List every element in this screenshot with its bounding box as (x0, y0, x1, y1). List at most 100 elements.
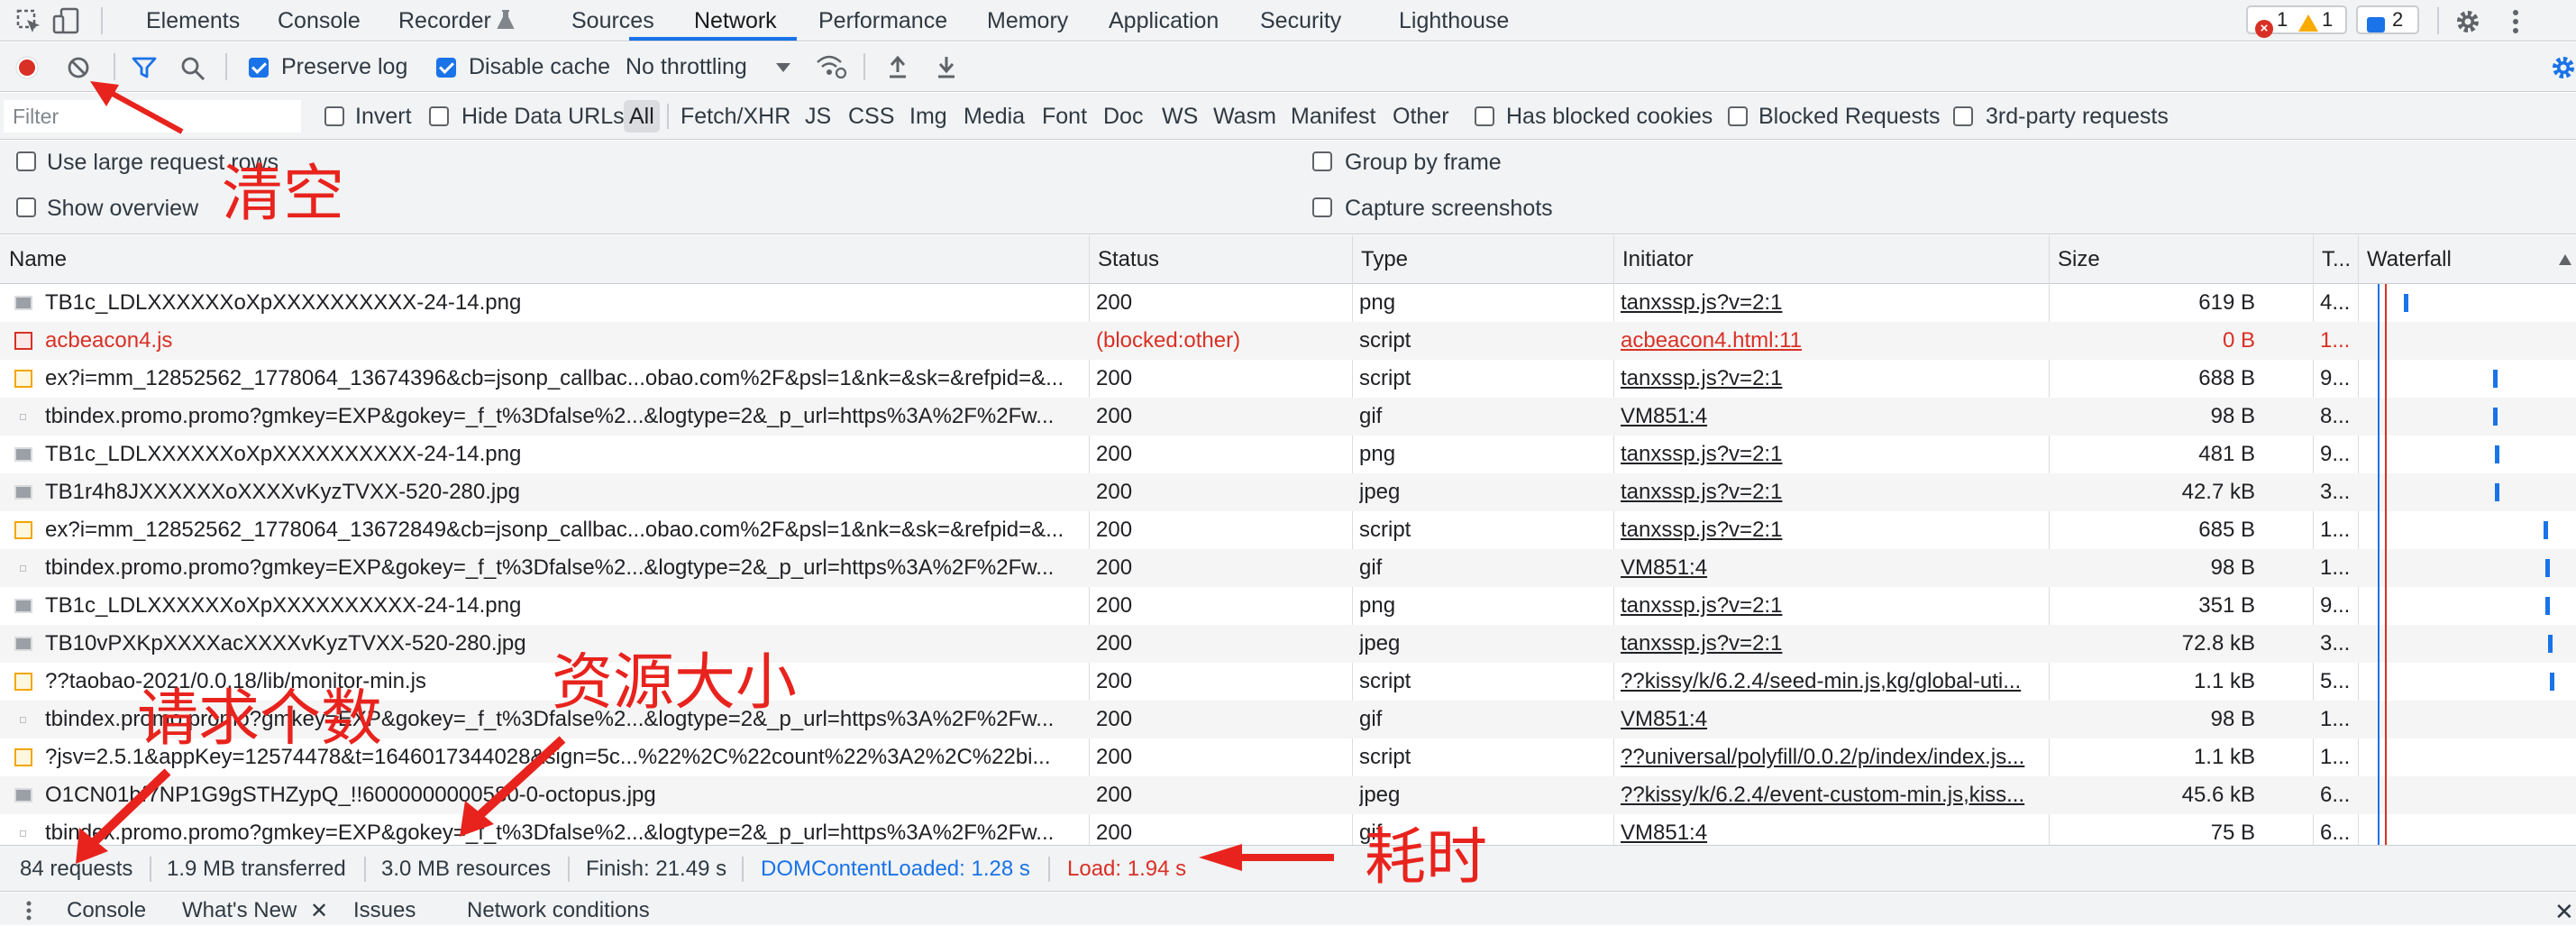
inspect-element-icon[interactable] (16, 9, 41, 34)
type-filter-media[interactable]: Media (964, 93, 1025, 140)
table-row[interactable]: TB1c_LDLXXXXXXoXpXXXXXXXXXX-24-14.png 200… (0, 435, 2576, 473)
blocked-cookies-label[interactable]: Has blocked cookies (1506, 93, 1713, 140)
request-initiator[interactable]: VM851:4 (1621, 701, 2044, 738)
type-filter-fetch-xhr[interactable]: Fetch/XHR (681, 93, 790, 140)
drawer-tab-console[interactable]: Console (67, 898, 146, 923)
request-initiator[interactable]: acbeacon4.html:11 (1621, 322, 2044, 360)
request-initiator[interactable]: tanxssp.js?v=2:1 (1621, 511, 2044, 549)
drawer-tab-network-conditions[interactable]: Network conditions (467, 898, 650, 923)
large-rows-checkbox[interactable] (16, 151, 36, 171)
drawer-tab-issues[interactable]: Issues (353, 898, 416, 923)
device-toolbar-icon[interactable] (52, 7, 79, 34)
settings-gear-icon[interactable] (2453, 7, 2482, 36)
request-initiator[interactable]: ??universal/polyfill/0.0.2/p/index/index… (1621, 738, 2044, 776)
column-header-waterfall[interactable]: Waterfall (2358, 235, 2556, 283)
tab-lighthouse[interactable]: Lighthouse (1399, 0, 1509, 41)
group-by-frame-checkbox[interactable] (1312, 151, 1332, 171)
type-filter-ws[interactable]: WS (1162, 93, 1198, 140)
table-row[interactable]: TB1c_LDLXXXXXXoXpXXXXXXXXXX-24-14.png 200… (0, 587, 2576, 625)
type-filter-all[interactable]: All (624, 100, 660, 133)
type-filter-other[interactable]: Other (1393, 93, 1449, 140)
table-row[interactable]: ??taobao-2021/0.0.18/lib/monitor-min.js 2… (0, 663, 2576, 701)
record-button-icon[interactable] (14, 55, 40, 80)
close-drawer-icon[interactable]: ✕ (2554, 898, 2574, 926)
tab-console[interactable]: Console (278, 0, 361, 41)
type-filter-css[interactable]: CSS (848, 93, 894, 140)
table-row[interactable]: TB1r4h8JXXXXXXoXXXXvKyzTVXX-520-280.jpg 2… (0, 473, 2576, 511)
clear-button-icon[interactable] (67, 56, 90, 79)
table-row[interactable]: tbindex.promo.promo?gmkey=EXP&gokey=_f_t… (0, 549, 2576, 587)
blocked-cookies-checkbox[interactable] (1475, 106, 1494, 126)
table-row[interactable]: tbindex.promo.promo?gmkey=EXP&gokey=_f_t… (0, 398, 2576, 435)
network-settings-gear-icon[interactable] (2549, 54, 2576, 81)
table-row[interactable]: ex?i=mm_12852562_1778064_13672849&cb=jso… (0, 511, 2576, 549)
tab-security[interactable]: Security (1260, 0, 1341, 41)
table-row[interactable]: O1CN01bf7NP1G9gSTHZypQ_!!6000000000580-0… (0, 776, 2576, 814)
hide-data-urls-checkbox[interactable] (429, 106, 449, 126)
type-filter-font[interactable]: Font (1042, 93, 1087, 140)
table-row[interactable]: ?jsv=2.5.1&appKey=12574478&t=16460173440… (0, 738, 2576, 776)
request-initiator[interactable]: ??kissy/k/6.2.4/seed-min.js,kg/global-ut… (1621, 663, 2044, 701)
column-header-type[interactable]: Type (1352, 235, 1613, 283)
table-row[interactable]: acbeacon4.js (blocked:other) script acbeaco… (0, 322, 2576, 360)
third-party-checkbox[interactable] (1953, 106, 1973, 126)
request-initiator[interactable]: tanxssp.js?v=2:1 (1621, 625, 2044, 663)
tab-sources[interactable]: Sources (571, 0, 654, 41)
issues-counter[interactable]: × 1 1 (2246, 5, 2347, 38)
blocked-requests-checkbox[interactable] (1728, 106, 1748, 126)
type-filter-wasm[interactable]: Wasm (1213, 93, 1276, 140)
table-row[interactable]: tbindex.promo.promo?gmkey=EXP&gokey=_f_t… (0, 701, 2576, 738)
tab-performance[interactable]: Performance (818, 0, 947, 41)
type-filter-doc[interactable]: Doc (1103, 93, 1143, 140)
tab-memory[interactable]: Memory (987, 0, 1068, 41)
hide-data-urls-label[interactable]: Hide Data URLs (461, 93, 625, 140)
type-filter-manifest[interactable]: Manifest (1291, 93, 1375, 140)
table-row[interactable]: TB10vPXKpXXXXacXXXXvKyzTVXX-520-280.jpg 2… (0, 625, 2576, 663)
dropdown-arrow-icon[interactable] (775, 62, 791, 73)
show-overview-label[interactable]: Show overview (47, 196, 198, 222)
invert-checkbox[interactable] (324, 106, 344, 126)
request-initiator[interactable]: tanxssp.js?v=2:1 (1621, 587, 2044, 625)
request-initiator[interactable]: tanxssp.js?v=2:1 (1621, 473, 2044, 511)
type-filter-js[interactable]: JS (805, 93, 831, 140)
filter-funnel-icon[interactable] (132, 56, 157, 79)
tab-network[interactable]: Network (694, 0, 777, 41)
tab-elements[interactable]: Elements (146, 0, 240, 41)
tab-application[interactable]: Application (1109, 0, 1219, 41)
table-row[interactable]: ex?i=mm_12852562_1778064_13674396&cb=jso… (0, 360, 2576, 398)
request-initiator[interactable]: ??kissy/k/6.2.4/event-custom-min.js,kiss… (1621, 776, 2044, 814)
messages-counter[interactable]: 2 (2356, 5, 2419, 34)
column-header-size[interactable]: Size (2049, 235, 2263, 283)
capture-screenshots-label[interactable]: Capture screenshots (1345, 196, 1553, 222)
third-party-label[interactable]: 3rd-party requests (1986, 93, 2169, 140)
tab-recorder[interactable]: Recorder (398, 0, 491, 41)
import-har-icon[interactable] (887, 54, 909, 79)
disable-cache-label[interactable]: Disable cache (469, 42, 610, 92)
table-row[interactable]: tbindex.promo.promo?gmkey=EXP&gokey=_f_t… (0, 814, 2576, 845)
blocked-requests-label[interactable]: Blocked Requests (1758, 93, 1941, 140)
drawer-tab-close-icon[interactable]: ✕ (310, 898, 328, 924)
table-row[interactable]: TB1c_LDLXXXXXXoXpXXXXXXXXXX-24-14.png 200… (0, 284, 2576, 322)
filter-input[interactable] (4, 100, 301, 133)
drawer-tab-whats-new[interactable]: What's New (182, 898, 297, 923)
preserve-log-label[interactable]: Preserve log (281, 42, 407, 92)
column-header-status[interactable]: Status (1089, 235, 1352, 283)
column-header-time[interactable]: T... (2313, 235, 2358, 283)
request-initiator[interactable]: VM851:4 (1621, 398, 2044, 435)
export-har-icon[interactable] (936, 54, 957, 79)
request-initiator[interactable]: VM851:4 (1621, 814, 2044, 845)
disable-cache-checkbox[interactable] (436, 58, 456, 78)
throttling-select[interactable]: No throttling (626, 42, 747, 92)
request-initiator[interactable]: tanxssp.js?v=2:1 (1621, 284, 2044, 322)
request-initiator[interactable]: tanxssp.js?v=2:1 (1621, 435, 2044, 473)
request-initiator[interactable]: VM851:4 (1621, 549, 2044, 587)
capture-screenshots-checkbox[interactable] (1312, 197, 1332, 217)
sort-ascending-icon[interactable] (2558, 253, 2572, 266)
show-overview-checkbox[interactable] (16, 197, 36, 217)
invert-label[interactable]: Invert (355, 93, 412, 140)
type-filter-img[interactable]: Img (909, 93, 947, 140)
drawer-menu-icon[interactable] (25, 900, 32, 921)
column-header-initiator[interactable]: Initiator (1613, 235, 2049, 283)
search-icon[interactable] (180, 56, 206, 81)
request-initiator[interactable]: tanxssp.js?v=2:1 (1621, 360, 2044, 398)
